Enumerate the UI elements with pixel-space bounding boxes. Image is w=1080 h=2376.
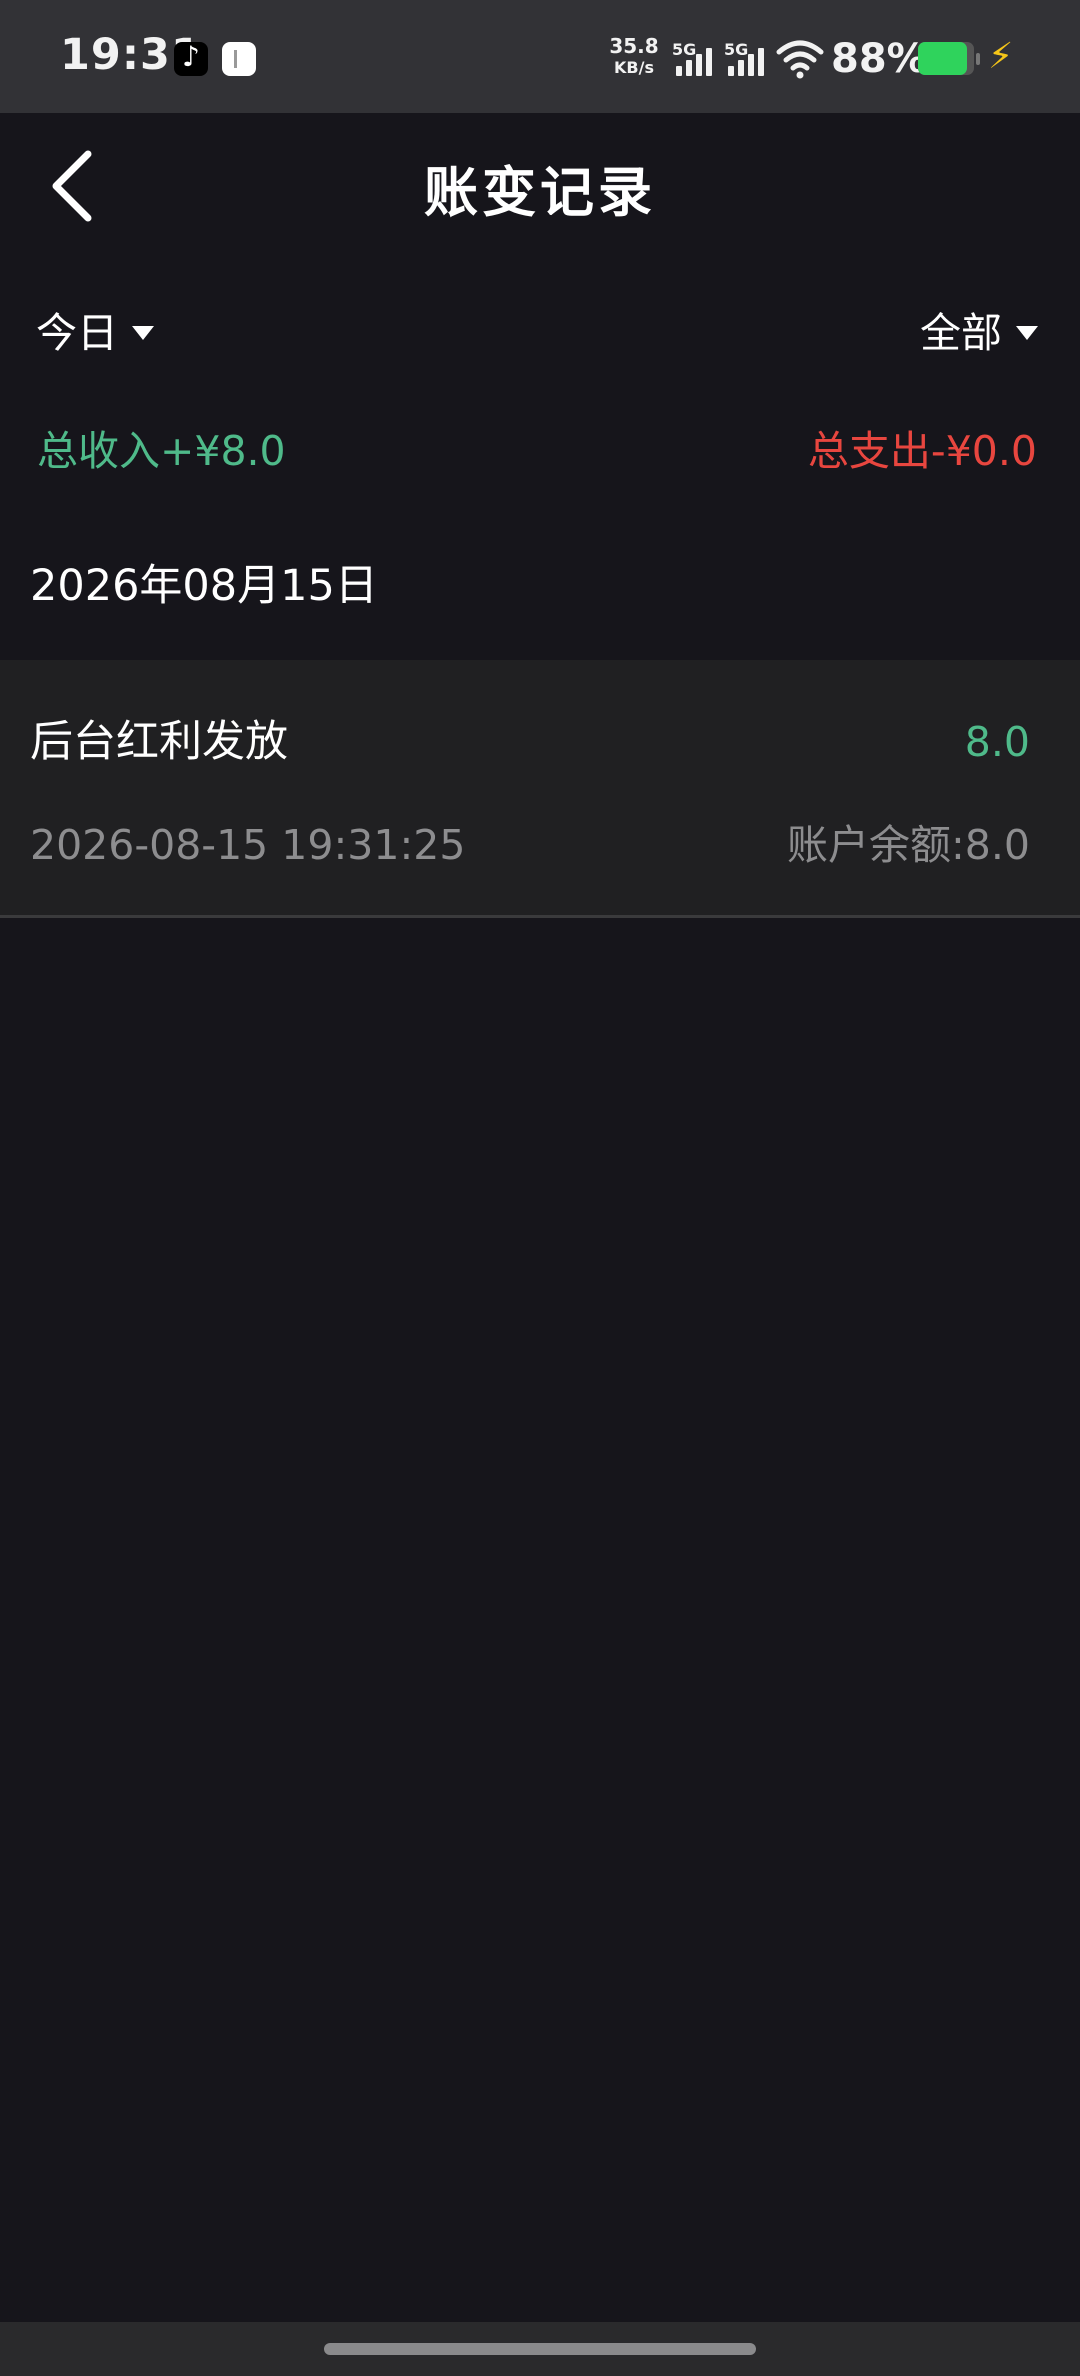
sim2-network-tag: 5G (724, 40, 749, 59)
tiktok-app-icon (174, 40, 208, 76)
battery-icon (918, 42, 980, 75)
charging-icon: ⚡ (988, 36, 1014, 77)
screen: 19:31 35.8 KB/s 5G 5G 88% (0, 0, 1080, 2376)
sim1-network-tag: 5G (672, 40, 697, 59)
date-filter-label: 今日 (36, 309, 118, 357)
record-amount: 8.0 (964, 718, 1030, 766)
record-time: 2026-08-15 19:31:25 (30, 821, 466, 869)
page-title: 账变记录 (424, 161, 656, 224)
record-date-header: 2026年08月15日 (30, 561, 378, 611)
home-indicator[interactable] (324, 2343, 756, 2355)
type-filter-dropdown[interactable]: 全部 (920, 305, 1038, 361)
list-item[interactable]: 后台红利发放 8.0 2026-08-15 19:31:25 账户余额:8.0 (0, 660, 1080, 918)
record-balance: 账户余额:8.0 (786, 821, 1030, 869)
date-filter-dropdown[interactable]: 今日 (36, 305, 154, 361)
type-filter-label: 全部 (920, 309, 1002, 357)
network-speed: 35.8 KB/s (606, 36, 662, 78)
network-speed-value: 35.8 (609, 34, 659, 58)
total-expense: 总支出-¥0.0 (807, 427, 1037, 475)
caret-down-icon (1016, 326, 1038, 340)
signal-icon: 5G (724, 40, 770, 80)
caret-down-icon (132, 326, 154, 340)
network-speed-unit: KB/s (614, 58, 654, 77)
status-bar: 19:31 35.8 KB/s 5G 5G 88% (0, 0, 1080, 113)
navigation-bar (0, 2322, 1080, 2376)
wifi-icon (776, 40, 824, 79)
record-title: 后台红利发放 (30, 717, 288, 767)
total-income: 总收入+¥8.0 (37, 427, 286, 475)
battery-percent: 88% (831, 36, 927, 82)
signal-icon: 5G (672, 40, 718, 80)
notification-app-icon (222, 42, 256, 76)
